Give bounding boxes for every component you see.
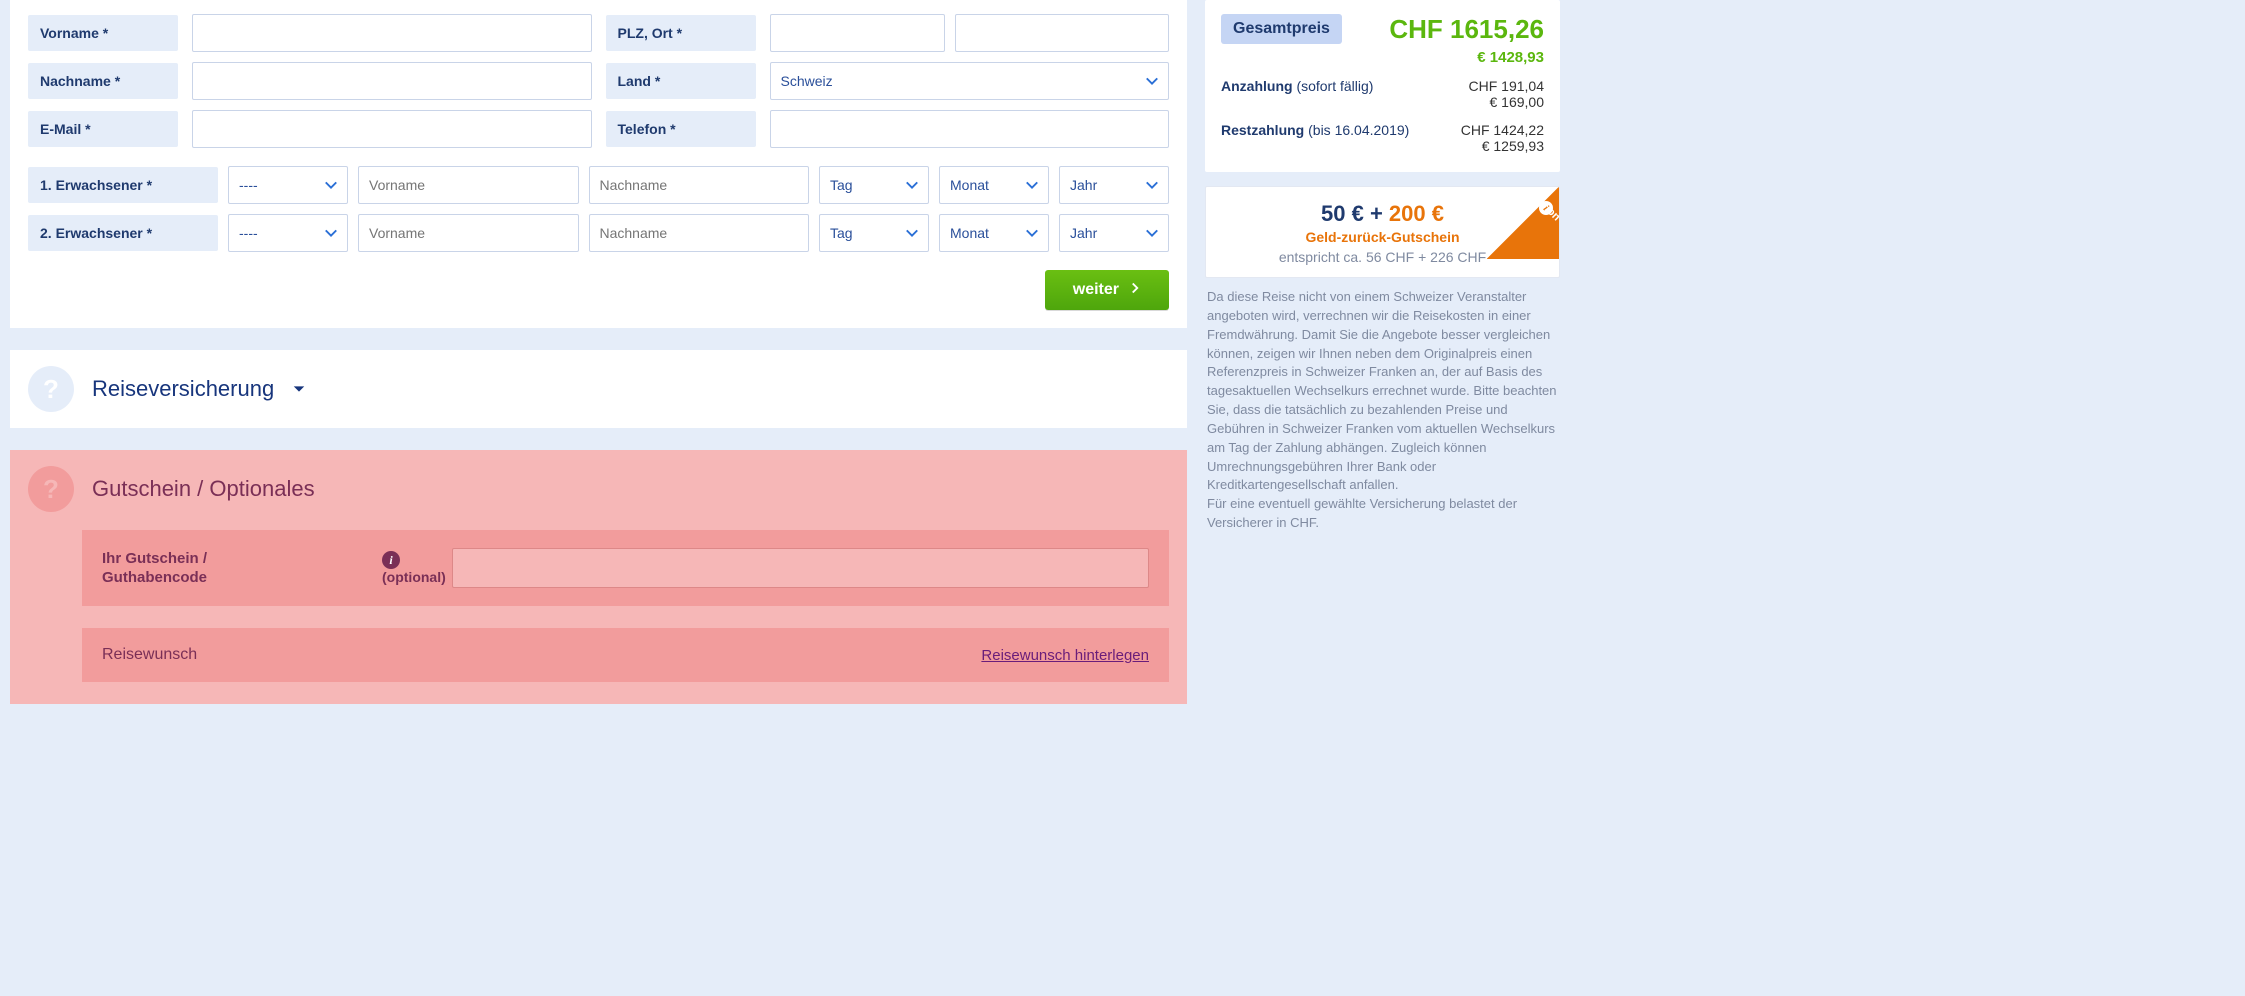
- traveler-nachname-input[interactable]: [589, 214, 810, 252]
- email-input[interactable]: [192, 110, 592, 148]
- traveler-day-select[interactable]: Tag: [819, 166, 929, 204]
- currency-disclaimer: Da diese Reise nicht von einem Schweizer…: [1205, 278, 1560, 543]
- traveler-month-select[interactable]: Monat: [939, 214, 1049, 252]
- plz-label: PLZ, Ort *: [606, 15, 756, 51]
- plz-input[interactable]: [770, 14, 946, 52]
- weiter-button[interactable]: weiter: [1045, 270, 1169, 310]
- traveler-label: 2. Erwachsener *: [28, 215, 218, 251]
- coupon-box: Ihr Gutschein / Guthabencode i(optional): [82, 530, 1169, 606]
- traveler-row: 1. Erwachsener * ---- Tag Monat Jahr: [28, 166, 1169, 204]
- chevron-right-icon: [1129, 281, 1141, 299]
- traveler-year-select[interactable]: Jahr: [1059, 214, 1169, 252]
- land-label: Land *: [606, 63, 756, 99]
- traveler-nachname-input[interactable]: [589, 166, 810, 204]
- coupon-input[interactable]: [452, 548, 1149, 588]
- traveler-day-select[interactable]: Tag: [819, 214, 929, 252]
- telefon-input[interactable]: [770, 110, 1170, 148]
- coupon-section: ? Gutschein / Optionales Ihr Gutschein /…: [10, 450, 1187, 704]
- rest-chf: CHF 1424,22: [1461, 122, 1544, 138]
- wish-label: Reisewunsch: [102, 646, 197, 664]
- help-icon: ?: [28, 466, 74, 512]
- coupon-label: Ihr Gutschein / Guthabencode: [102, 549, 382, 588]
- promo-box[interactable]: 50 € + 200 € Geld-zurück-Gutschein entsp…: [1205, 186, 1560, 278]
- traveler-title-select[interactable]: ----: [228, 214, 348, 252]
- wish-box: Reisewunsch Reisewunsch hinterlegen: [82, 628, 1169, 682]
- traveler-month-select[interactable]: Monat: [939, 166, 1049, 204]
- vorname-label: Vorname *: [28, 15, 178, 51]
- nachname-input[interactable]: [192, 62, 592, 100]
- booking-form-panel: Vorname * PLZ, Ort * Nachname * Land * S…: [10, 0, 1187, 328]
- traveler-vorname-input[interactable]: [358, 166, 579, 204]
- gesamtpreis-label: Gesamtpreis: [1221, 14, 1342, 44]
- traveler-title-select[interactable]: ----: [228, 166, 348, 204]
- traveler-label: 1. Erwachsener *: [28, 167, 218, 203]
- nachname-label: Nachname *: [28, 63, 178, 99]
- traveler-row: 2. Erwachsener * ---- Tag Monat Jahr: [28, 214, 1169, 252]
- traveler-year-select[interactable]: Jahr: [1059, 166, 1169, 204]
- gesamtpreis-chf: CHF 1615,26: [1389, 14, 1544, 45]
- rest-eur: € 1259,93: [1482, 138, 1544, 154]
- anzahlung-chf: CHF 191,04: [1469, 78, 1544, 94]
- info-icon[interactable]: i: [382, 551, 400, 569]
- price-summary-panel: Gesamtpreis CHF 1615,26 € 1428,93 Anzahl…: [1205, 0, 1560, 172]
- traveler-vorname-input[interactable]: [358, 214, 579, 252]
- coupon-title: Gutschein / Optionales: [92, 476, 315, 502]
- vorname-input[interactable]: [192, 14, 592, 52]
- anzahlung-eur: € 169,00: [1490, 94, 1545, 110]
- gesamtpreis-eur: € 1428,93: [1221, 49, 1544, 66]
- wish-link[interactable]: Reisewunsch hinterlegen: [981, 647, 1149, 664]
- promo-corner: Aktion i: [1487, 187, 1559, 259]
- insurance-title: Reiseversicherung: [92, 376, 274, 401]
- chevron-down-icon: [290, 376, 308, 402]
- ort-input[interactable]: [955, 14, 1169, 52]
- insurance-section[interactable]: ? Reiseversicherung: [10, 350, 1187, 428]
- telefon-label: Telefon *: [606, 111, 756, 147]
- land-select[interactable]: Schweiz: [770, 62, 1170, 100]
- help-icon: ?: [28, 366, 74, 412]
- email-label: E-Mail *: [28, 111, 178, 147]
